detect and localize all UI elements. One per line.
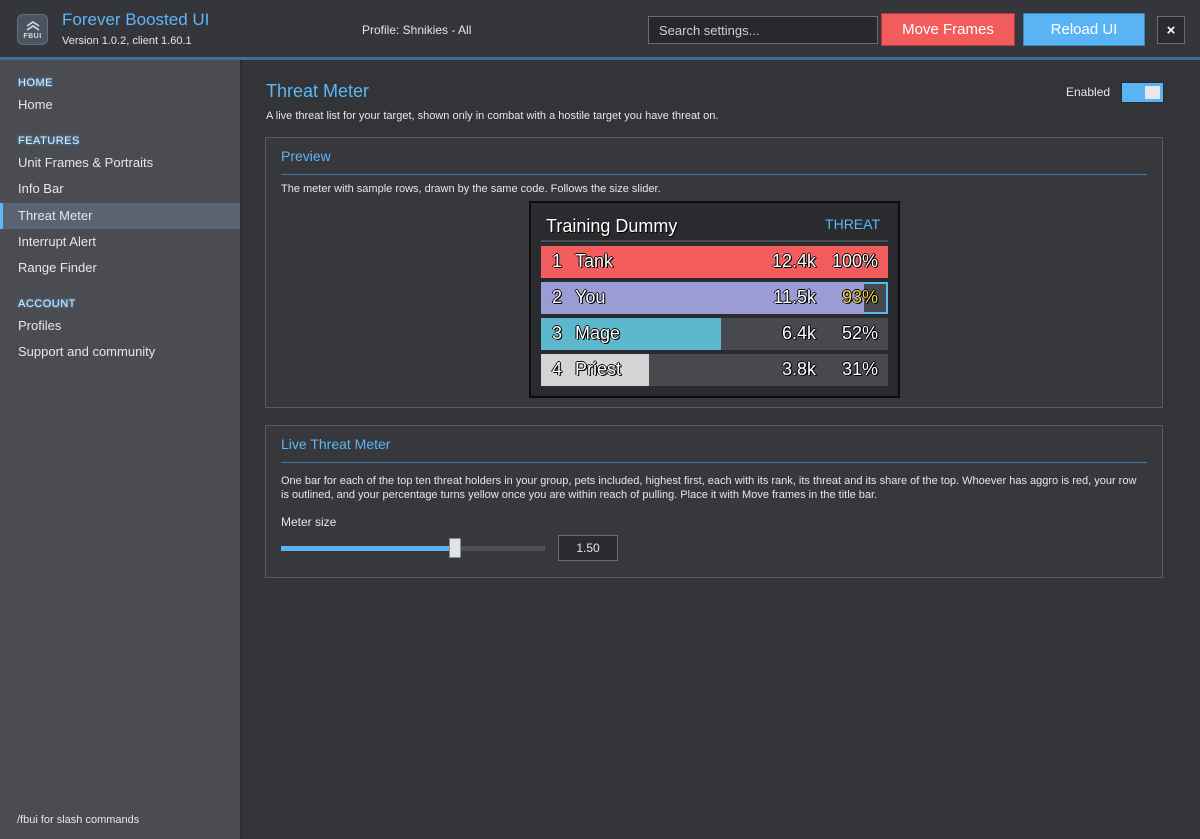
threat-value: 3.8k xyxy=(781,359,816,379)
meter-size-value[interactable]: 1.50 xyxy=(558,535,618,561)
threat-percent: 100% xyxy=(831,251,878,271)
threat-rank: 2 xyxy=(552,287,563,307)
enabled-toggle[interactable] xyxy=(1121,82,1164,103)
page-title: Threat Meter xyxy=(266,81,370,101)
threat-percent: 93% xyxy=(841,287,878,307)
sidebar-item-threat-meter[interactable]: Threat Meter xyxy=(0,203,240,229)
threat-name: Priest xyxy=(575,359,622,379)
threat-value: 11.5k xyxy=(773,287,816,307)
sidebar-item-unit-frames[interactable]: Unit Frames & Portraits xyxy=(0,150,240,176)
sidebar-section-account: ACCOUNT xyxy=(18,298,76,310)
profile-label: Profile: Shnikies - All xyxy=(362,23,472,37)
slider-handle[interactable] xyxy=(449,538,462,558)
app-logo: FBUI xyxy=(17,14,48,45)
threat-rank: 4 xyxy=(552,359,563,379)
threat-rank: 3 xyxy=(552,323,563,343)
threat-name: Mage xyxy=(575,323,621,343)
sidebar-item-profiles[interactable]: Profiles xyxy=(0,313,240,339)
threat-value: 6.4k xyxy=(781,323,816,343)
threat-rank: 1 xyxy=(552,251,563,271)
threat-value: 12.4k xyxy=(771,251,816,271)
live-meter-title: Live Threat Meter xyxy=(281,436,391,452)
logo-text: FBUI xyxy=(23,32,42,40)
threat-percent: 31% xyxy=(841,359,878,379)
preview-title: Preview xyxy=(281,148,331,164)
close-button[interactable]: × xyxy=(1157,16,1185,44)
meter-size-slider[interactable] xyxy=(281,546,545,551)
threat-row: 4 Priest 3.8k 31% xyxy=(541,354,888,386)
chevrons-up-icon xyxy=(26,20,39,31)
move-frames-button[interactable]: Move Frames xyxy=(881,13,1015,46)
live-meter-description: One bar for each of the top ten threat h… xyxy=(281,475,1137,501)
page-description: A live threat list for your target, show… xyxy=(266,110,719,122)
app-title: Forever Boosted UI xyxy=(62,10,210,29)
reload-ui-button[interactable]: Reload UI xyxy=(1023,13,1145,46)
main-content: Threat Meter A live threat list for your… xyxy=(242,60,1200,839)
preview-panel: Preview The meter with sample rows, draw… xyxy=(265,137,1163,408)
app-version: Version 1.0.2, client 1.60.1 xyxy=(62,35,192,47)
threat-name: Tank xyxy=(575,251,614,271)
meter-size-label: Meter size xyxy=(281,515,337,529)
threat-percent: 52% xyxy=(841,323,878,343)
sidebar: HOME Home FEATURES Unit Frames & Portrai… xyxy=(0,60,241,839)
meter-header-label: THREAT xyxy=(825,216,880,232)
live-meter-panel: Live Threat Meter One bar for each of th… xyxy=(265,425,1163,578)
preview-description: The meter with sample rows, drawn by the… xyxy=(281,183,661,195)
preview-divider xyxy=(281,174,1147,175)
slash-command-hint: /fbui for slash commands xyxy=(17,814,140,826)
toggle-knob xyxy=(1145,86,1160,99)
title-bar: FBUI Forever Boosted UI Version 1.0.2, c… xyxy=(0,0,1200,59)
meter-divider xyxy=(541,240,888,242)
slider-fill xyxy=(281,546,456,551)
enabled-label: Enabled xyxy=(1066,85,1111,99)
threat-row: 1 Tank 12.4k 100% xyxy=(541,246,888,278)
live-meter-divider xyxy=(281,462,1147,463)
threat-bar-fill xyxy=(541,318,722,350)
meter-target-name: Training Dummy xyxy=(546,216,678,236)
sidebar-section-home: HOME xyxy=(18,77,53,89)
sidebar-item-info-bar[interactable]: Info Bar xyxy=(0,176,240,202)
sidebar-item-range-finder[interactable]: Range Finder xyxy=(0,255,240,281)
threat-row: 3 Mage 6.4k 52% xyxy=(541,318,888,350)
sidebar-item-support[interactable]: Support and community xyxy=(0,339,240,365)
threat-meter-preview: Training Dummy THREAT 1 Tank 12.4k 100% … xyxy=(529,201,900,398)
threat-name: You xyxy=(575,287,606,307)
search-input[interactable] xyxy=(648,16,878,44)
threat-row: 2 You 11.5k 93% xyxy=(541,282,888,314)
sidebar-item-interrupt-alert[interactable]: Interrupt Alert xyxy=(0,229,240,255)
sidebar-item-home[interactable]: Home xyxy=(0,92,240,118)
sidebar-section-features: FEATURES xyxy=(18,135,80,147)
